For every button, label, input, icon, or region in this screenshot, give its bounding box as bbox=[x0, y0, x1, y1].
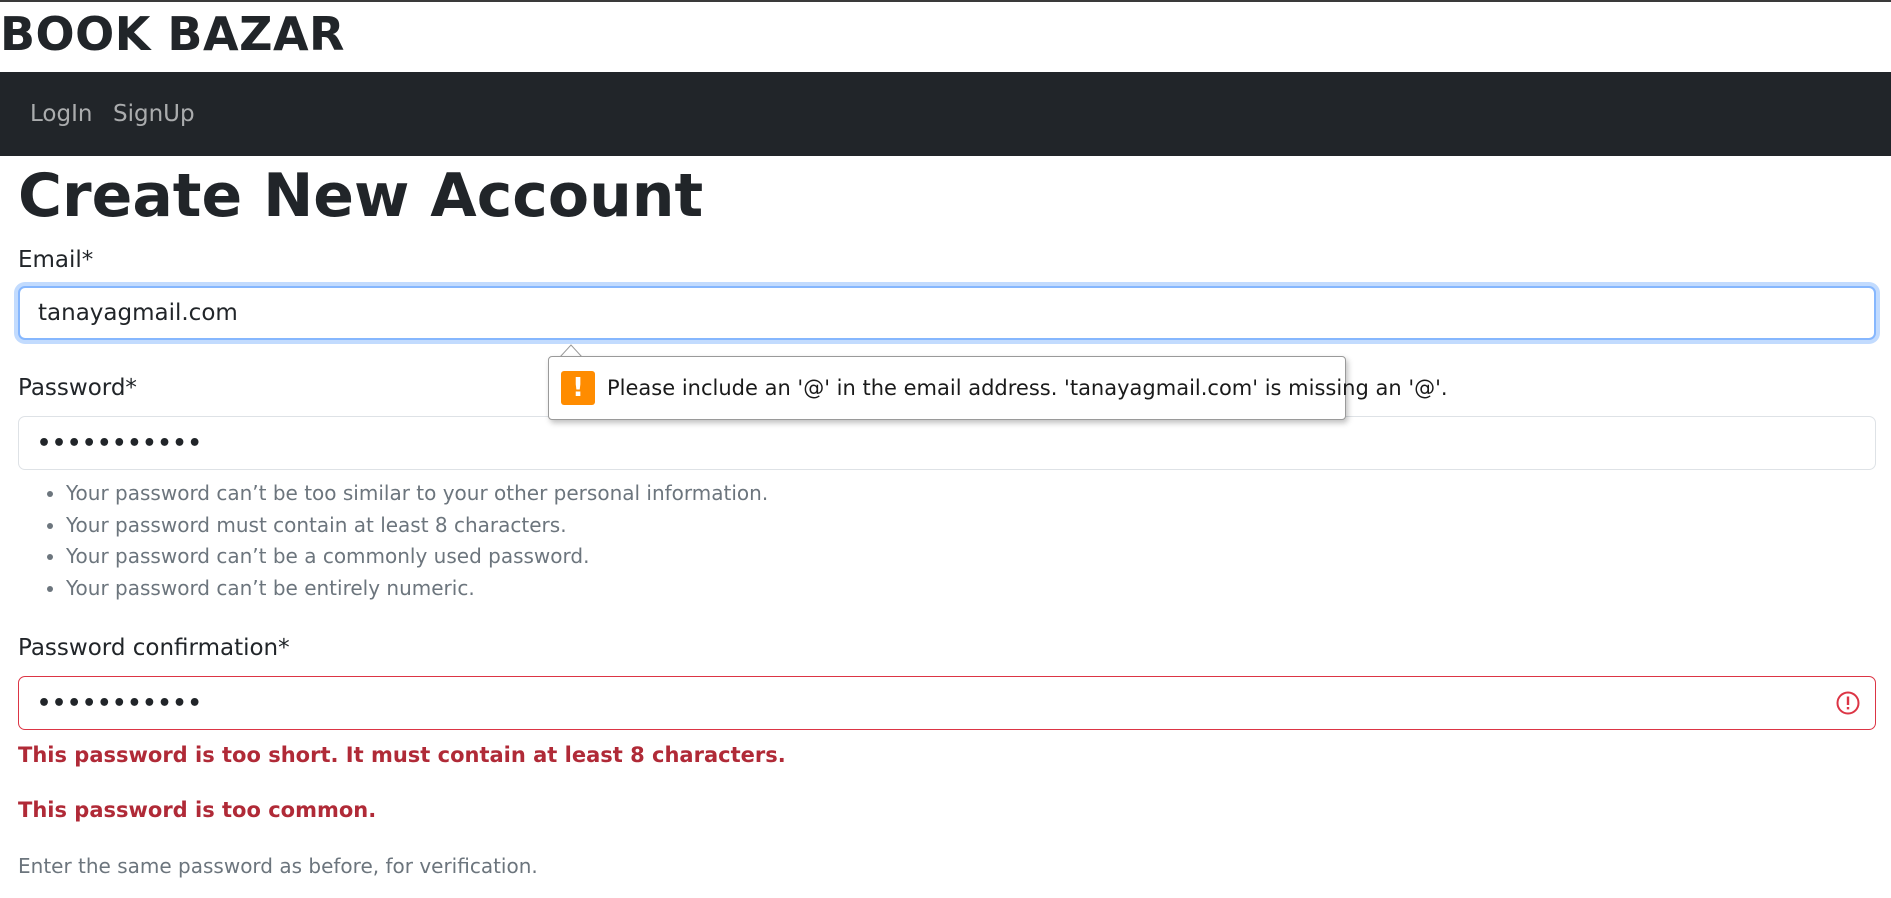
password-confirmation-field[interactable]: ••••••••••• bbox=[18, 676, 1876, 730]
password-help-item: Your password can’t be entirely numeric. bbox=[66, 573, 768, 605]
email-label: Email* bbox=[18, 247, 94, 273]
password-confirmation-error: This password is too common. bbox=[18, 798, 377, 822]
page-title: Create New Account bbox=[18, 161, 704, 231]
email-field-value: tanayagmail.com bbox=[38, 300, 238, 326]
password-confirmation-label: Password confirmation* bbox=[18, 635, 290, 661]
warning-icon: ! bbox=[561, 371, 595, 405]
invalid-icon bbox=[1836, 691, 1860, 715]
password-help-item: Your password must contain at least 8 ch… bbox=[66, 510, 768, 542]
password-label: Password* bbox=[18, 375, 137, 401]
brand-title: BOOK BAZAR bbox=[0, 7, 345, 61]
password-confirmation-error: This password is too short. It must cont… bbox=[18, 743, 786, 767]
nav-login-link[interactable]: LogIn bbox=[30, 100, 92, 128]
window-top-border bbox=[0, 0, 1891, 2]
password-help-list: Your password can’t be too similar to yo… bbox=[18, 478, 768, 604]
password-confirmation-help: Enter the same password as before, for v… bbox=[18, 854, 538, 878]
email-field[interactable]: tanayagmail.com bbox=[18, 286, 1876, 340]
navbar: LogIn SignUp bbox=[0, 72, 1891, 156]
password-field[interactable]: ••••••••••• bbox=[18, 416, 1876, 470]
password-help-item: Your password can’t be a commonly used p… bbox=[66, 541, 768, 573]
validation-message: Please include an '@' in the email addre… bbox=[607, 376, 1448, 400]
nav-signup-link[interactable]: SignUp bbox=[113, 100, 195, 128]
password-field-value: ••••••••••• bbox=[37, 430, 203, 456]
password-help-item: Your password can’t be too similar to yo… bbox=[66, 478, 768, 510]
password-confirmation-value: ••••••••••• bbox=[37, 690, 203, 716]
email-validation-tooltip: ! Please include an '@' in the email add… bbox=[548, 356, 1448, 420]
